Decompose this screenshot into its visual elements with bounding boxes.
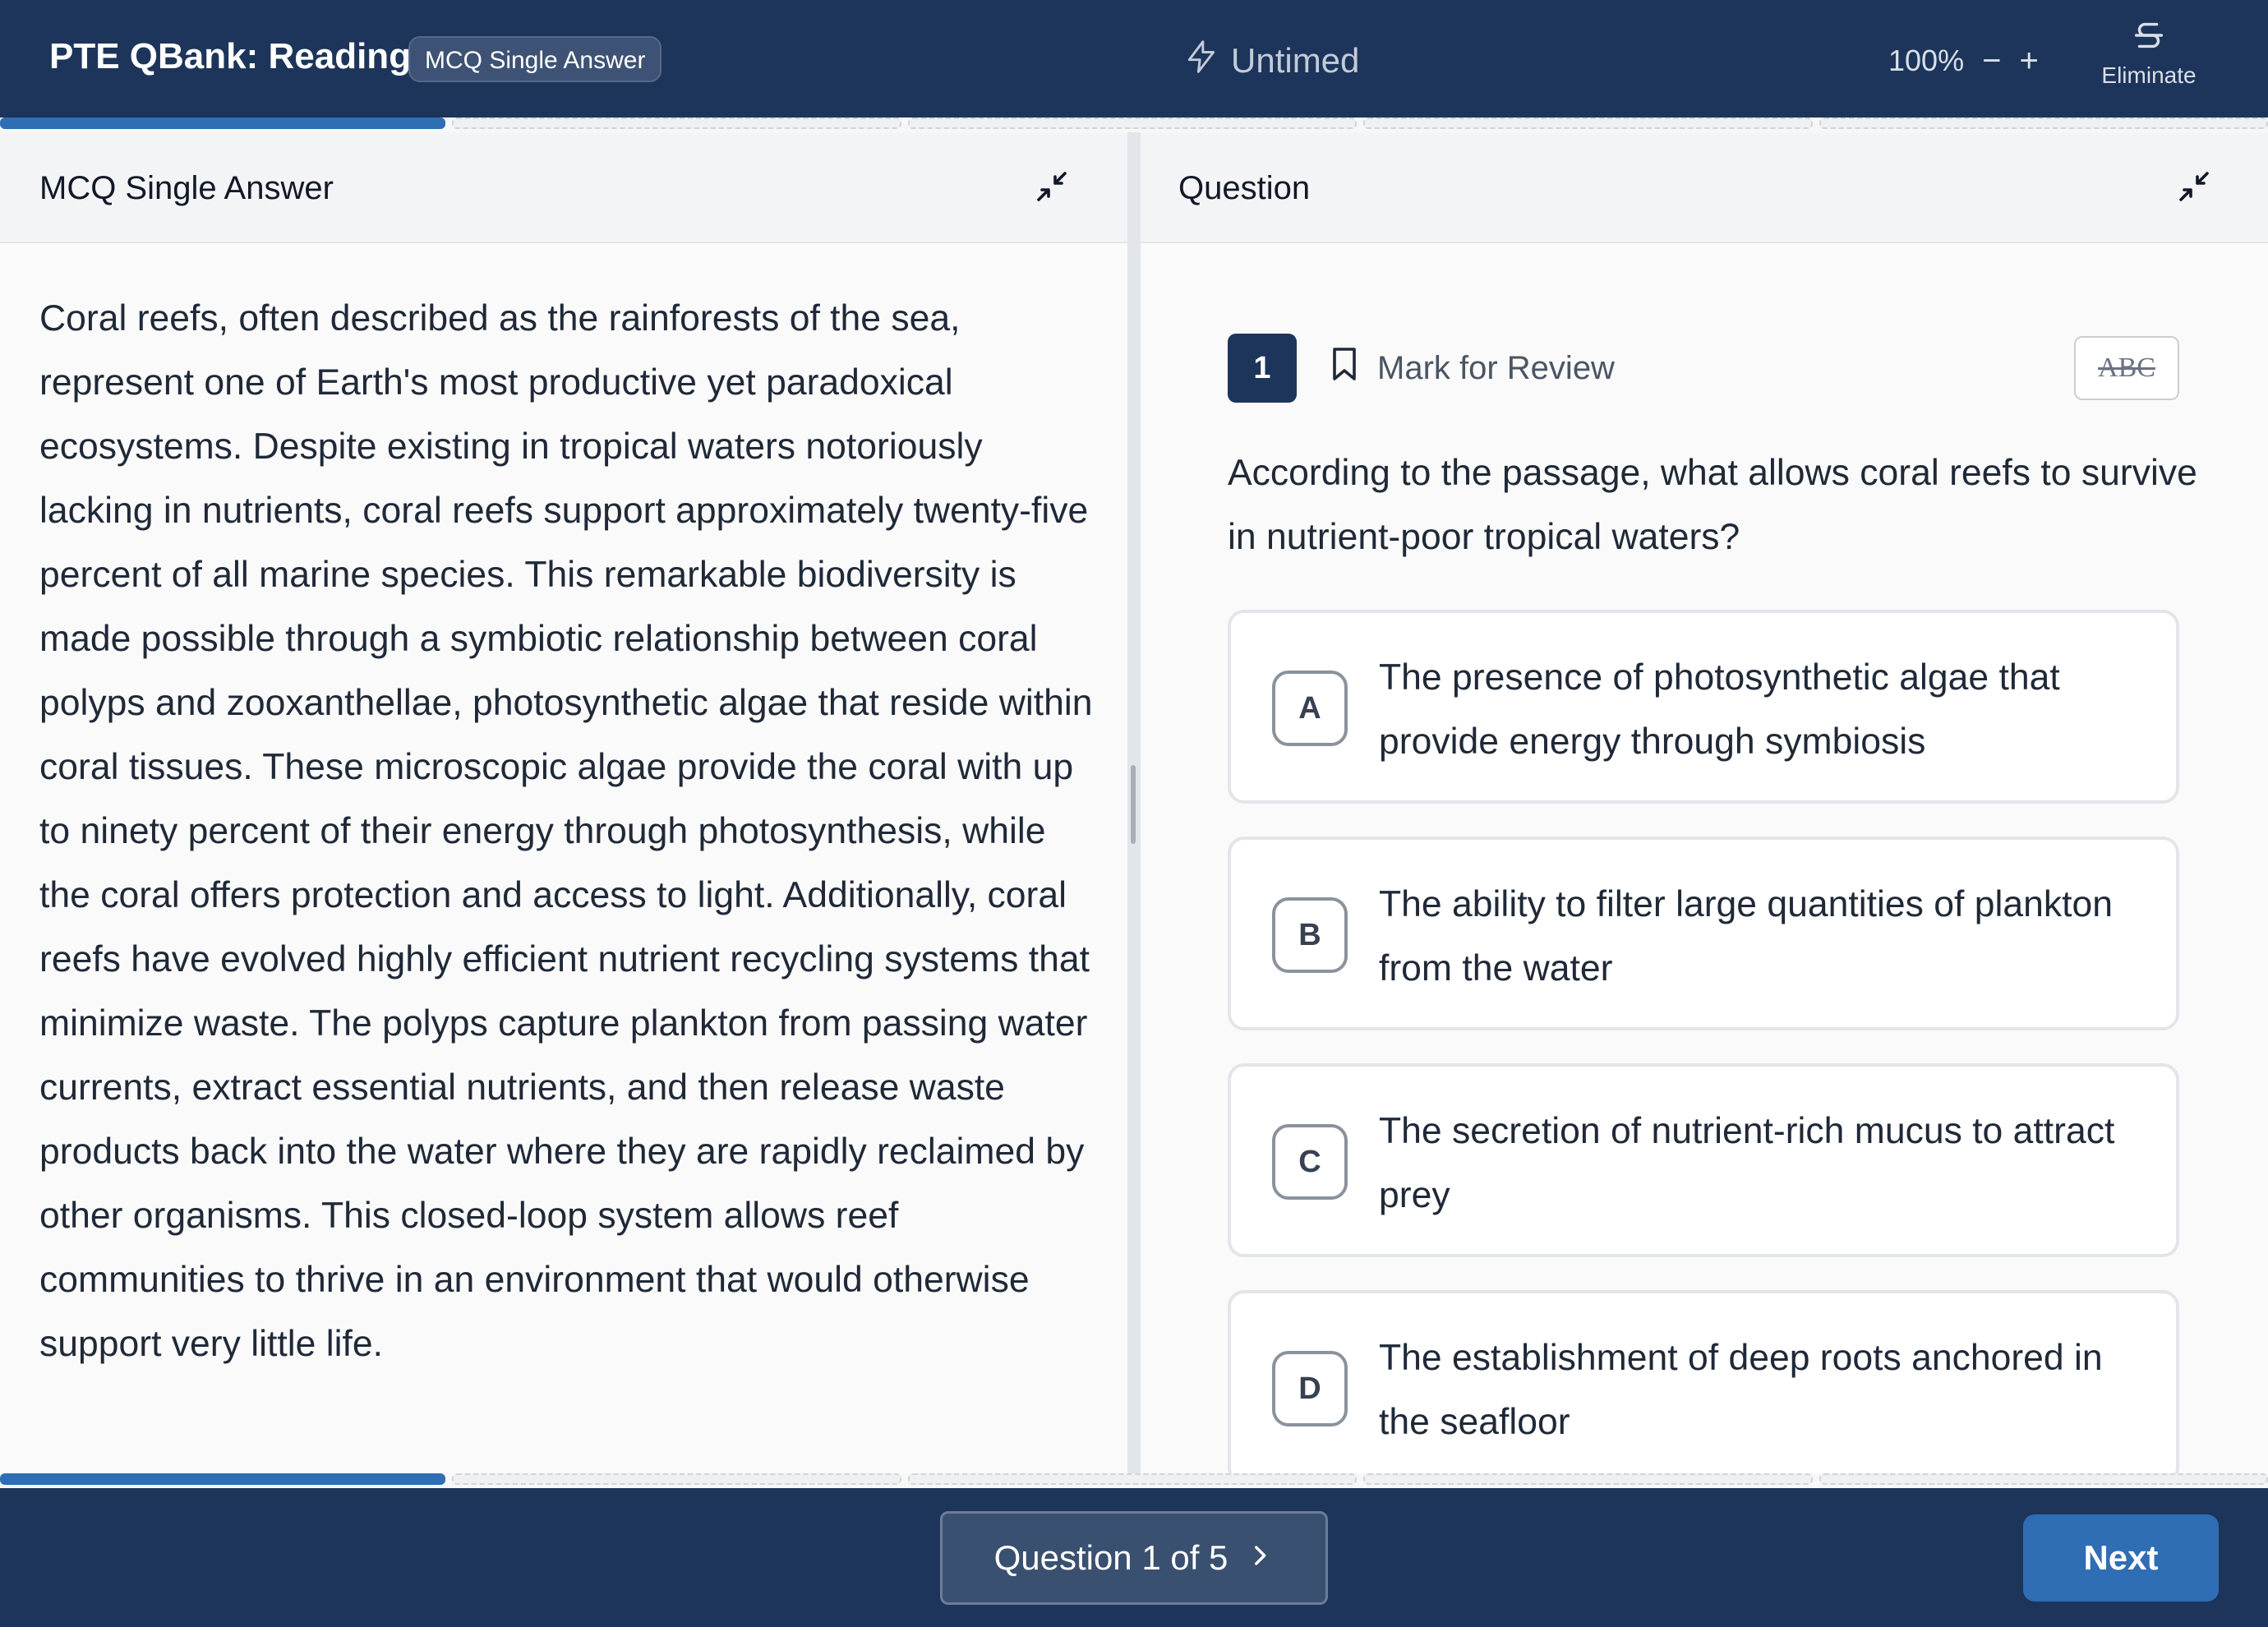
eliminate-button[interactable]: Eliminate <box>2087 16 2210 99</box>
timer-label: Untimed <box>1231 41 1360 80</box>
answer-option-a[interactable]: A The presence of photosynthetic algae t… <box>1228 610 2179 804</box>
top-header: PTE QBank: Reading MCQ Single Answer Unt… <box>0 0 2268 118</box>
passage-panel-title: MCQ Single Answer <box>39 170 334 206</box>
next-button[interactable]: Next <box>2023 1514 2219 1602</box>
answer-option-d[interactable]: D The establishment of deep roots anchor… <box>1228 1290 2179 1473</box>
progress-strip-bottom <box>0 1473 2268 1488</box>
option-letter: D <box>1272 1351 1348 1427</box>
option-letter: A <box>1272 671 1348 746</box>
chevron-right-icon <box>1246 1538 1274 1578</box>
zoom-control: 100% − + <box>1888 38 2039 84</box>
option-text: The establishment of deep roots anchored… <box>1379 1338 2103 1442</box>
passage-text: Coral reefs, often described as the rain… <box>39 298 1093 1364</box>
progress-segment <box>452 118 901 129</box>
strikethrough-s-icon <box>2087 16 2210 54</box>
progress-segment <box>1363 118 1813 129</box>
progress-strip-top <box>0 118 2268 132</box>
bottom-footer: Question 1 of 5 Next <box>0 1488 2268 1627</box>
timer-display: Untimed <box>1183 36 1359 85</box>
bookmark-icon <box>1328 346 1361 390</box>
app-title: PTE QBank: Reading <box>49 36 412 76</box>
option-text: The secretion of nutrient-rich mucus to … <box>1379 1111 2115 1215</box>
collapse-question-button[interactable] <box>2174 167 2214 206</box>
panel-resize-divider[interactable] <box>1127 132 1141 1473</box>
question-panel: Question 1 Mark for Review ABC According… <box>1141 132 2268 1473</box>
passage-panel: MCQ Single Answer Coral reefs, often des… <box>0 132 1127 1473</box>
question-panel-title: Question <box>1178 170 1311 206</box>
strikethrough-toggle-button[interactable]: ABC <box>2074 336 2179 400</box>
question-text: According to the passage, what allows co… <box>1228 453 2197 557</box>
passage-panel-header: MCQ Single Answer <box>0 132 1127 243</box>
progress-segment-current <box>0 1473 446 1485</box>
resize-handle[interactable] <box>1131 765 1136 844</box>
question-type-badge: MCQ Single Answer <box>408 36 662 82</box>
question-panel-header: Question <box>1141 132 2268 243</box>
zoom-out-button[interactable]: − <box>1982 43 2001 80</box>
collapse-passage-button[interactable] <box>1032 167 1072 206</box>
progress-segment <box>1363 1473 1813 1485</box>
option-letter: C <box>1272 1124 1348 1200</box>
collapse-arrows-icon <box>1032 172 1072 210</box>
question-navigator-button[interactable]: Question 1 of 5 <box>940 1511 1328 1605</box>
progress-segment-current <box>0 118 446 129</box>
option-letter: B <box>1272 897 1348 973</box>
mark-for-review-label: Mark for Review <box>1377 349 1615 386</box>
zoom-level: 100% <box>1888 44 1965 77</box>
zoom-in-button[interactable]: + <box>2019 43 2038 80</box>
question-navigator-label: Question 1 of 5 <box>993 1538 1228 1577</box>
progress-segment <box>907 1473 1358 1485</box>
progress-segment <box>1819 1473 2268 1485</box>
progress-segment <box>452 1473 901 1485</box>
answer-option-b[interactable]: B The ability to filter large quantities… <box>1228 837 2179 1030</box>
progress-segment <box>907 118 1358 129</box>
answer-option-c[interactable]: C The secretion of nutrient-rich mucus t… <box>1228 1063 2179 1257</box>
lightning-icon <box>1183 39 1219 83</box>
mark-for-review-button[interactable]: Mark for Review <box>1328 341 1615 395</box>
progress-segment <box>1819 118 2268 129</box>
option-text: The presence of photosynthetic algae tha… <box>1379 657 2060 762</box>
eliminate-label: Eliminate <box>2101 62 2197 88</box>
question-number-badge: 1 <box>1228 334 1297 403</box>
collapse-arrows-icon <box>2174 172 2214 210</box>
option-text: The ability to filter large quantities o… <box>1379 884 2113 989</box>
